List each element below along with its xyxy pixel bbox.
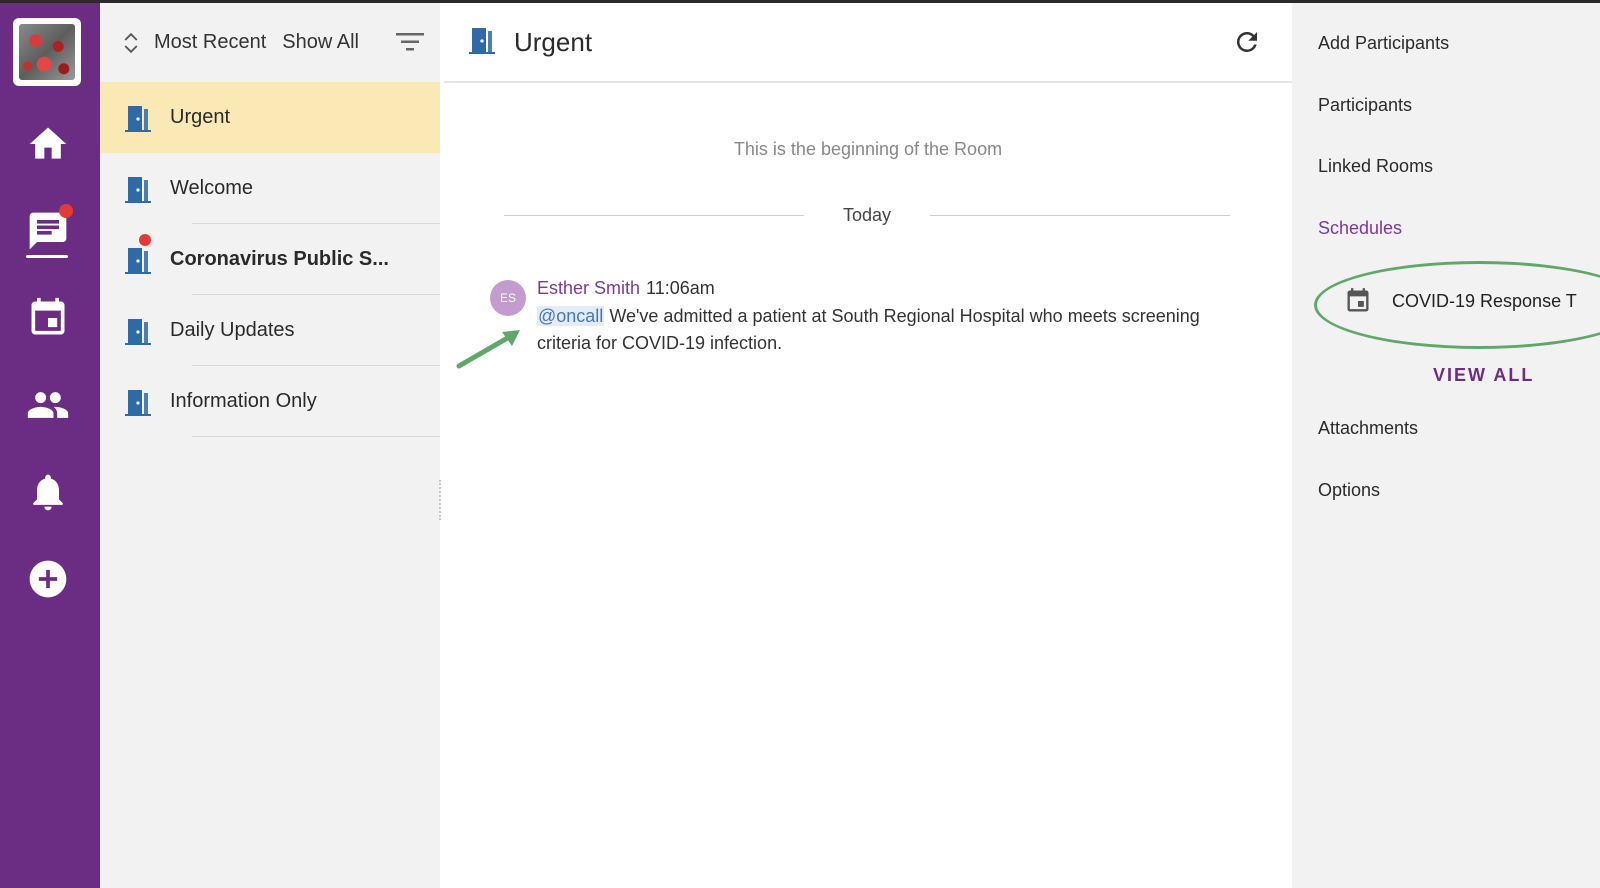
active-nav-indicator [26, 255, 68, 258]
home-icon [29, 127, 67, 159]
message-author[interactable]: Esther Smith [537, 278, 640, 298]
add-nav-button[interactable] [20, 551, 76, 607]
room-door-icon [120, 101, 154, 135]
divider-line-right [930, 215, 1230, 216]
room-door-icon [120, 385, 154, 419]
options-link[interactable]: Options [1318, 480, 1380, 501]
participants-link[interactable]: Participants [1318, 95, 1412, 116]
chat-header: Urgent [444, 3, 1292, 83]
room-door-icon [120, 243, 154, 277]
message-time: 11:06am [646, 278, 715, 298]
room-name: Urgent [170, 106, 231, 128]
room-item[interactable]: Information Only [100, 366, 440, 437]
rooms-panel: Most Recent Show All Urgent Welcome Corona… [100, 3, 440, 888]
message-item[interactable]: ES Esther Smith 11:06am @oncall We've adm… [490, 278, 1230, 357]
calendar-icon [1347, 288, 1369, 312]
room-name: Welcome [170, 177, 253, 199]
add-participants-link[interactable]: Add Participants [1318, 33, 1449, 54]
bell-icon [33, 474, 63, 511]
sort-toggle-icon[interactable] [120, 29, 142, 57]
room-list: Urgent Welcome Coronavirus Public S... Dail… [100, 82, 440, 437]
logo-image [19, 24, 75, 80]
filter-show-all[interactable]: Show All [282, 31, 359, 54]
room-item[interactable]: Daily Updates [100, 295, 440, 366]
sort-most-recent[interactable]: Most Recent [154, 31, 266, 54]
attachments-link[interactable]: Attachments [1318, 418, 1418, 439]
avatar[interactable]: ES [490, 280, 526, 316]
room-name: Coronavirus Public S... [170, 248, 389, 270]
calendar-icon [31, 297, 65, 335]
org-logo[interactable] [13, 18, 81, 86]
notifications-nav-button[interactable] [20, 464, 76, 520]
room-item[interactable]: Coronavirus Public S... [100, 224, 440, 295]
panel-resize-handle[interactable] [439, 480, 442, 520]
room-item[interactable]: Welcome [100, 153, 440, 224]
room-beginning-notice: This is the beginning of the Room [733, 139, 1003, 159]
room-details-panel: Add Participants Participants Linked Roo… [1292, 3, 1600, 888]
messages-unread-badge [59, 204, 73, 218]
schedule-name: COVID-19 Response T [1392, 290, 1577, 311]
room-separator [192, 436, 440, 437]
schedules-link[interactable]: Schedules [1318, 218, 1402, 239]
chat-panel: Urgent This is the beginning of the Room… [444, 3, 1292, 888]
date-divider: Today [504, 203, 1230, 229]
calendar-nav-button[interactable] [20, 290, 76, 346]
view-all-button[interactable]: VIEW ALL [1433, 365, 1534, 386]
room-door-icon [120, 314, 154, 348]
room-name: Information Only [170, 390, 317, 412]
room-name: Daily Updates [170, 319, 295, 341]
message-body-text: We've admitted a patient at South Region… [537, 306, 1200, 353]
room-item[interactable]: Urgent [100, 82, 440, 153]
mention-tag[interactable]: @oncall [537, 306, 605, 326]
linked-rooms-link[interactable]: Linked Rooms [1318, 156, 1433, 177]
annotation-arrow-icon [456, 330, 520, 369]
unread-badge [139, 234, 151, 246]
filter-icon[interactable] [396, 31, 424, 53]
window-top-border [0, 0, 1600, 3]
people-icon [27, 392, 69, 418]
schedule-item[interactable]: COVID-19 Response T [1344, 287, 1577, 315]
room-title: Urgent [514, 26, 593, 57]
home-nav-button[interactable] [20, 116, 76, 172]
nav-rail [0, 0, 100, 888]
rooms-header: Most Recent Show All [100, 3, 440, 82]
add-circle-icon [29, 560, 67, 598]
message-text: @oncall We've admitted a patient at Sout… [537, 303, 1217, 357]
room-door-icon [464, 23, 498, 62]
refresh-icon [1236, 31, 1257, 52]
people-nav-button[interactable] [20, 377, 76, 433]
room-door-icon [120, 172, 154, 206]
refresh-button[interactable] [1232, 27, 1262, 57]
